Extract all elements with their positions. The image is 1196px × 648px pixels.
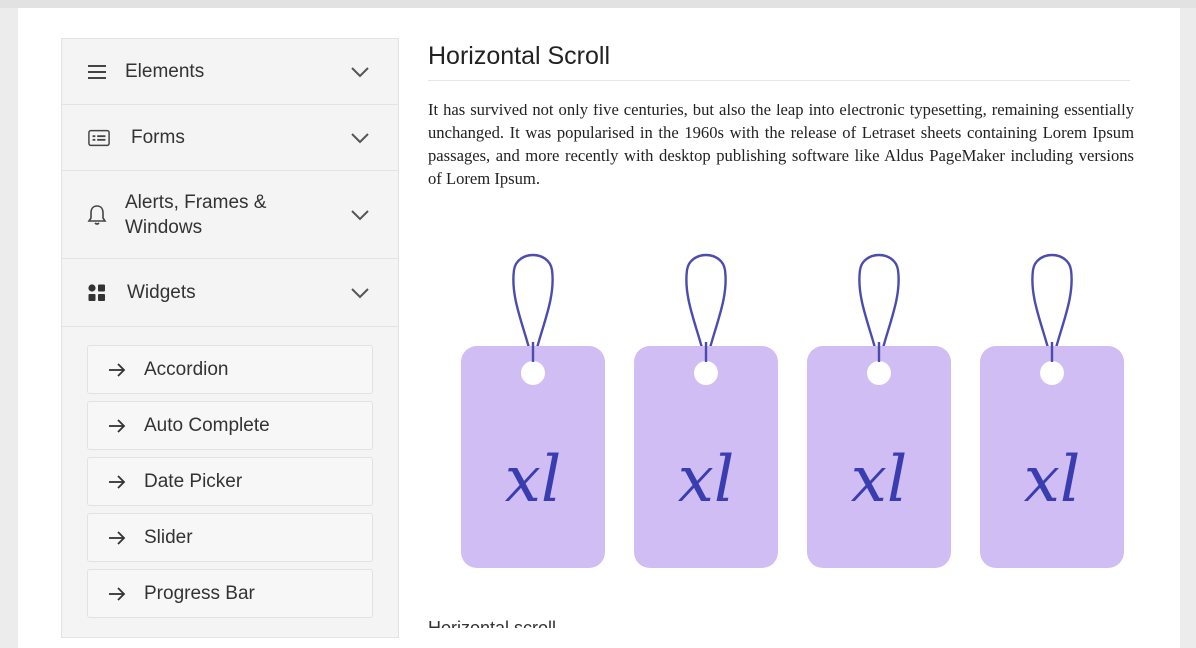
sidebar-item-label: Auto Complete [144, 414, 270, 436]
sidebar-item-accordion[interactable]: Accordion [87, 345, 373, 394]
sidebar-item-slider[interactable]: Slider [87, 513, 373, 562]
chevron-down-icon[interactable] [350, 205, 370, 225]
chevron-down-icon[interactable] [350, 62, 370, 82]
paragraph-text: It has survived not only five centuries,… [428, 104, 1134, 188]
bell-icon [86, 204, 108, 226]
widgets-icon [86, 282, 108, 304]
chevron-down-icon[interactable] [350, 128, 370, 148]
section-heading: Horizontal scroll [428, 618, 557, 628]
tag-label: xl [677, 443, 735, 517]
sidebar-group-elements[interactable]: Elements [62, 39, 398, 105]
arrow-right-icon [108, 586, 128, 602]
tag-card: xl [460, 240, 606, 572]
tag-card: xl [633, 240, 779, 572]
sidebar-group-alerts[interactable]: Alerts, Frames & Windows [62, 171, 398, 259]
tag-label: xl [504, 443, 562, 517]
menu-icon [86, 61, 108, 83]
arrow-right-icon [108, 474, 128, 490]
sidebar-item-label: Date Picker [144, 470, 243, 492]
sidebar-group-label: Elements [125, 61, 205, 82]
arrow-right-icon [108, 530, 128, 546]
top-strip [0, 0, 1196, 8]
sidebar-item-label: Accordion [144, 358, 229, 380]
sidebar-item-auto-complete[interactable]: Auto Complete [87, 401, 373, 450]
sidebar-group-label: Forms [131, 127, 185, 148]
sidebar-item-date-picker[interactable]: Date Picker [87, 457, 373, 506]
sidebar-item-label: Slider [144, 526, 193, 548]
sidebar-group-label-line1: Alerts, Frames & [125, 192, 267, 213]
chevron-down-icon[interactable] [350, 283, 370, 303]
sidebar-item-progress-bar[interactable]: Progress Bar [87, 569, 373, 618]
tag-card: xl [979, 240, 1125, 572]
divider [428, 80, 1130, 81]
horizontal-scroll-gallery[interactable]: xl xl xl xl [460, 240, 1130, 572]
sidebar-item-label: Progress Bar [144, 582, 255, 604]
tag-label: xl [1023, 443, 1081, 517]
body-paragraph: It has survived not only five centuries,… [428, 104, 1134, 198]
tag-label: xl [850, 443, 908, 517]
arrow-right-icon [108, 362, 128, 378]
arrow-right-icon [108, 418, 128, 434]
page-title: Horizontal Scroll [428, 42, 611, 70]
sidebar-group-label: Widgets [127, 282, 196, 303]
sidebar-group-label-line2: Windows [125, 217, 203, 238]
sidebar-group-widgets[interactable]: Widgets [62, 259, 398, 327]
sidebar-group-forms[interactable]: Forms [62, 105, 398, 171]
form-icon [88, 127, 110, 149]
tag-card: xl [806, 240, 952, 572]
sidebar: Elements Forms Alerts, Frames & Windows … [61, 38, 399, 638]
